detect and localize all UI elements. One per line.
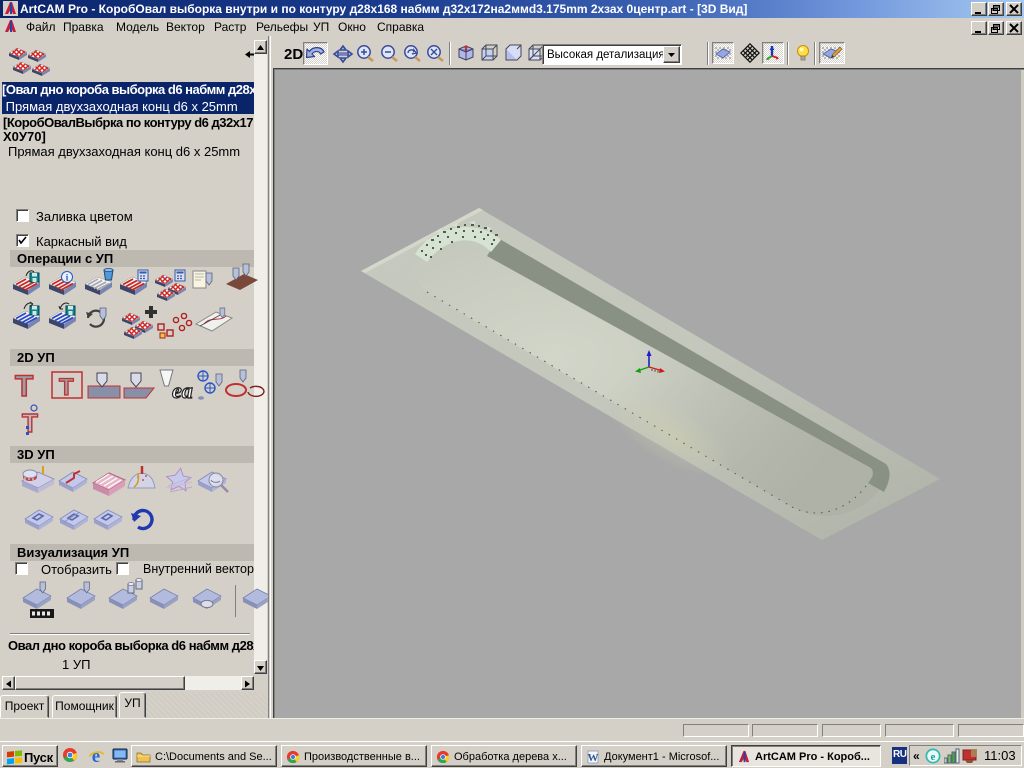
svg-text:T: T: [59, 374, 74, 401]
svg-text:T: T: [15, 370, 33, 403]
svg-text:T: T: [22, 408, 38, 438]
svg-text:e: e: [92, 747, 100, 764]
svg-text:e: e: [931, 751, 936, 763]
svg-text:ea: ea: [172, 378, 193, 403]
svg-text:W: W: [588, 752, 599, 764]
